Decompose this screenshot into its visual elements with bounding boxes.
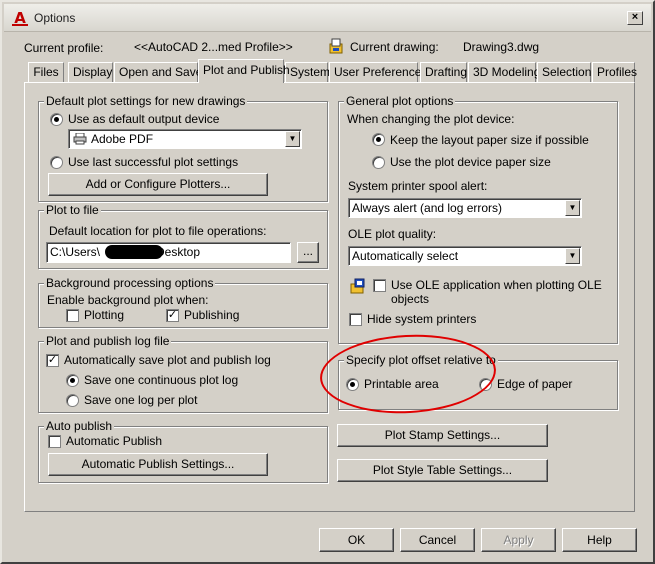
close-button[interactable]: × xyxy=(627,11,643,25)
spool-alert-value: Always alert (and log errors) xyxy=(352,201,503,215)
plotting-checkbox[interactable] xyxy=(66,309,79,322)
add-configure-plotters-button[interactable]: Add or Configure Plotters... xyxy=(48,173,268,196)
autocad-a-icon: A xyxy=(12,10,28,26)
tab-drafting[interactable]: Drafting xyxy=(420,62,467,82)
plot-style-table-settings-button[interactable]: Plot Style Table Settings... xyxy=(337,459,548,482)
tab-plot-and-publish[interactable]: Plot and Publish xyxy=(198,59,290,83)
use-default-device-radio[interactable] xyxy=(50,113,63,126)
printer-icon xyxy=(73,132,87,145)
use-last-settings-radio[interactable] xyxy=(50,156,63,169)
group-legend: Specify plot offset relative to xyxy=(344,353,498,367)
title-bar[interactable]: A Options × xyxy=(4,4,651,32)
plot-file-location-input[interactable]: C:\Users\ Desktop xyxy=(46,242,291,263)
tab-open-and-save[interactable]: Open and Save xyxy=(114,62,202,82)
publishing-label: Publishing xyxy=(184,308,240,322)
options-dialog: A Options × Current profile: <<AutoCAD 2… xyxy=(0,0,655,564)
spool-alert-label: System printer spool alert: xyxy=(348,179,488,193)
tab-system[interactable]: System xyxy=(285,62,330,82)
group-legend: Auto publish xyxy=(44,419,115,433)
current-drawing-label: Current drawing: xyxy=(350,40,439,54)
enable-background-label: Enable background plot when: xyxy=(47,293,209,307)
edge-of-paper-radio[interactable] xyxy=(479,378,492,391)
group-legend: Default plot settings for new drawings xyxy=(44,94,248,108)
one-log-per-plot-label: Save one log per plot xyxy=(84,393,198,407)
one-log-per-plot-radio[interactable] xyxy=(66,394,79,407)
auto-save-log-label: Automatically save plot and publish log xyxy=(64,353,271,367)
automatic-publish-settings-button[interactable]: Automatic Publish Settings... xyxy=(48,453,268,476)
ole-object-icon xyxy=(350,278,366,294)
output-device-select[interactable]: Adobe PDF ▼ xyxy=(68,129,302,149)
ole-quality-select[interactable]: Automatically select ▼ xyxy=(348,246,582,266)
one-continuous-log-radio[interactable] xyxy=(66,374,79,387)
default-location-label: Default location for plot to file operat… xyxy=(49,224,267,238)
tab-display[interactable]: Display xyxy=(68,62,113,82)
automatic-publish-label: Automatic Publish xyxy=(66,434,163,448)
plotting-label: Plotting xyxy=(84,308,125,322)
redaction-mark xyxy=(105,245,163,259)
tab-user-preferences[interactable]: User Preferences xyxy=(329,62,427,82)
current-profile-value: <<AutoCAD 2...med Profile>> xyxy=(134,40,293,54)
hide-system-printers-checkbox[interactable] xyxy=(349,313,362,326)
chevron-down-icon[interactable]: ▼ xyxy=(285,131,300,147)
current-drawing-value: Drawing3.dwg xyxy=(463,40,540,54)
use-ole-application-label-continued: objects xyxy=(391,292,430,306)
printable-area-label: Printable area xyxy=(364,377,439,391)
current-profile-label: Current profile: xyxy=(24,41,104,55)
changing-device-label: When changing the plot device: xyxy=(347,112,515,126)
group-legend: Plot to file xyxy=(44,203,101,217)
cancel-button[interactable]: Cancel xyxy=(400,528,475,552)
tab-files[interactable]: Files xyxy=(28,62,64,82)
apply-button[interactable]: Apply xyxy=(481,528,556,552)
group-legend: Background processing options xyxy=(44,276,216,290)
group-legend: Plot and publish log file xyxy=(44,334,172,348)
path-prefix: C:\Users\ xyxy=(50,245,101,259)
output-device-value: Adobe PDF xyxy=(91,132,154,146)
tab-3d-modeling[interactable]: 3D Modeling xyxy=(468,62,540,82)
browse-button[interactable]: ... xyxy=(297,242,319,263)
path-suffix: Desktop xyxy=(156,245,201,259)
ole-quality-value: Automatically select xyxy=(352,249,459,263)
drawing-file-icon xyxy=(328,38,344,54)
use-device-paper-label: Use the plot device paper size xyxy=(390,155,551,169)
tab-profiles[interactable]: Profiles xyxy=(592,62,637,82)
help-button[interactable]: Help xyxy=(562,528,637,552)
use-last-settings-label: Use last successful plot settings xyxy=(68,155,239,169)
hide-system-printers-label: Hide system printers xyxy=(367,312,477,326)
ok-button[interactable]: OK xyxy=(319,528,394,552)
keep-layout-paper-label: Keep the layout paper size if possible xyxy=(390,133,589,147)
use-ole-application-label: Use OLE application when plotting OLE xyxy=(391,278,602,292)
use-ole-application-checkbox[interactable] xyxy=(373,279,386,292)
automatic-publish-checkbox[interactable] xyxy=(48,435,61,448)
spool-alert-select[interactable]: Always alert (and log errors) ▼ xyxy=(348,198,582,218)
publishing-checkbox[interactable]: ✓ xyxy=(166,309,179,322)
tab-selection[interactable]: Selection xyxy=(537,62,591,82)
window-title: Options xyxy=(34,11,76,25)
use-default-device-label: Use as default output device xyxy=(68,112,220,126)
edge-of-paper-label: Edge of paper xyxy=(497,377,573,391)
chevron-down-icon[interactable]: ▼ xyxy=(565,200,580,216)
keep-layout-paper-radio[interactable] xyxy=(372,133,385,146)
chevron-down-icon[interactable]: ▼ xyxy=(565,248,580,264)
group-legend: General plot options xyxy=(344,94,456,108)
plot-stamp-settings-button[interactable]: Plot Stamp Settings... xyxy=(337,424,548,447)
printable-area-radio[interactable] xyxy=(346,378,359,391)
auto-save-log-checkbox[interactable]: ✓ xyxy=(46,354,59,367)
one-continuous-log-label: Save one continuous plot log xyxy=(84,373,239,387)
use-device-paper-radio[interactable] xyxy=(372,156,385,169)
ole-quality-label: OLE plot quality: xyxy=(348,227,437,241)
